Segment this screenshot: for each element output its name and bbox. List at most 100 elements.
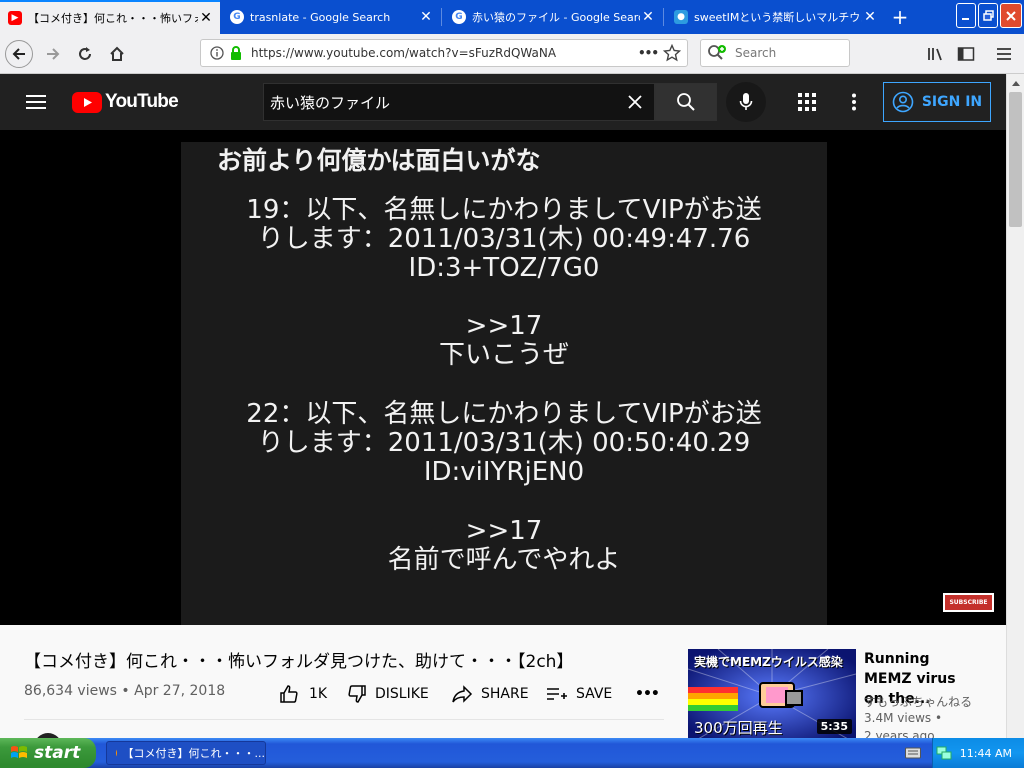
video-info-area: 【コメ付き】何これ・・・怖いフォルダ見つけた、助けて・・・【2ch】 86,63… bbox=[0, 625, 1006, 761]
search-engine-icon bbox=[708, 45, 726, 60]
restore-icon bbox=[982, 10, 994, 21]
library-button[interactable] bbox=[922, 40, 950, 68]
clock[interactable]: 11:44 AM bbox=[960, 747, 1012, 760]
info-icon[interactable] bbox=[209, 45, 225, 61]
tab-title: trasnlate - Google Search bbox=[250, 10, 391, 24]
url-bar[interactable]: https://www.youtube.com/watch?v=sFuzRdQW… bbox=[200, 39, 688, 67]
taskbar-item-label: 【コメ付き】何これ・・・... bbox=[122, 747, 266, 760]
close-tab-icon[interactable]: ✕ bbox=[418, 9, 434, 25]
navigation-toolbar: https://www.youtube.com/watch?v=sFuzRdQW… bbox=[0, 34, 1024, 74]
home-button[interactable] bbox=[103, 40, 131, 68]
tab-youtube-video[interactable]: ▶ 【コメ付き】何これ・・・怖いフォルダ ✕ bbox=[0, 0, 220, 34]
thumbs-down-icon bbox=[348, 685, 366, 703]
microphone-icon bbox=[739, 93, 753, 110]
tab-separator bbox=[663, 8, 664, 26]
close-window-button[interactable] bbox=[1000, 3, 1022, 28]
video-caption-line: ID:viIYRjEN0 bbox=[423, 457, 585, 487]
dislike-button[interactable]: DISLIKE bbox=[347, 683, 429, 705]
thumbnail-caption-bottom: 300万回再生 bbox=[694, 719, 783, 737]
youtube-header: YouTube 赤い猿のファイル SIGN IN bbox=[0, 74, 1006, 130]
reload-icon bbox=[79, 47, 91, 60]
close-tab-icon[interactable]: ✕ bbox=[198, 10, 214, 26]
url-text: https://www.youtube.com/watch?v=sFuzRdQW… bbox=[251, 46, 557, 60]
account-circle-icon bbox=[892, 91, 914, 113]
search-bar[interactable]: Search bbox=[700, 39, 850, 67]
google-favicon-icon: G bbox=[230, 10, 244, 24]
guide-menu-icon[interactable] bbox=[26, 94, 46, 110]
minimize-icon bbox=[962, 17, 969, 20]
scroll-up-arrow-icon[interactable] bbox=[1009, 76, 1022, 90]
tab-title: sweetIMという禁断しいマルチウェ bbox=[694, 11, 862, 24]
sidebar-button[interactable] bbox=[952, 40, 980, 68]
search-input[interactable]: Search bbox=[735, 46, 776, 60]
youtube-search-input[interactable]: 赤い猿のファイル bbox=[263, 83, 655, 121]
page-actions-menu-icon[interactable]: ••• bbox=[635, 46, 661, 60]
youtube-play-logo-icon bbox=[72, 91, 102, 113]
dislike-label: DISLIKE bbox=[375, 686, 429, 702]
sign-in-label: SIGN IN bbox=[921, 94, 983, 110]
tab-title: 赤い猿のファイル - Google Search bbox=[472, 11, 640, 24]
settings-more-icon[interactable] bbox=[851, 93, 857, 111]
like-button[interactable]: 1K bbox=[279, 683, 327, 705]
tab-google-translate-search[interactable]: G trasnlate - Google Search ✕ bbox=[222, 0, 440, 34]
close-tab-icon[interactable]: ✕ bbox=[640, 9, 656, 25]
save-label: SAVE bbox=[576, 686, 613, 702]
save-button[interactable]: SAVE bbox=[546, 683, 612, 705]
tab-separator bbox=[441, 8, 442, 26]
new-tab-button[interactable]: + bbox=[886, 0, 914, 34]
search-query-text: 赤い猿のファイル bbox=[270, 93, 391, 112]
video-caption-line: ID:3+TOZ/7G0 bbox=[408, 253, 600, 283]
tab-strip: ▶ 【コメ付き】何これ・・・怖いフォルダ ✕ G trasnlate - Goo… bbox=[0, 0, 1024, 34]
youtube-wordmark: YouTube bbox=[105, 91, 179, 112]
share-arrow-icon bbox=[452, 685, 473, 703]
clear-search-icon[interactable] bbox=[628, 95, 642, 109]
video-player[interactable]: お前より何億かは面白いがな 19：以下、名無しにかわりましてVIPがお送 りしま… bbox=[0, 130, 1006, 625]
video-metadata: 86,634 views • Apr 27, 2018 bbox=[24, 683, 225, 699]
close-tab-icon[interactable]: ✕ bbox=[862, 9, 878, 25]
reload-button[interactable] bbox=[71, 40, 99, 68]
back-button[interactable] bbox=[5, 40, 33, 68]
bookmark-star-icon[interactable] bbox=[663, 44, 681, 62]
lock-icon bbox=[231, 46, 241, 60]
more-actions-button[interactable]: ••• bbox=[635, 683, 660, 705]
home-icon bbox=[110, 46, 124, 61]
menu-button[interactable] bbox=[990, 40, 1018, 68]
library-icon bbox=[928, 48, 942, 61]
voice-search-button[interactable] bbox=[726, 82, 766, 122]
page-scrollbar[interactable] bbox=[1006, 74, 1024, 738]
video-caption-line: 下いこうぜ bbox=[438, 340, 569, 370]
back-arrow-icon bbox=[12, 48, 25, 60]
taskbar-item-firefox[interactable]: 【コメ付き】何これ・・・... bbox=[106, 741, 266, 765]
subscribe-badge-label: SUBSCRIBE bbox=[945, 595, 992, 610]
tab-title: 【コメ付き】何これ・・・怖いフォルダ bbox=[28, 12, 198, 25]
forward-arrow-icon bbox=[47, 48, 60, 60]
network-tray-icon[interactable] bbox=[936, 745, 952, 761]
youtube-favicon-icon: ▶ bbox=[8, 11, 22, 25]
share-button[interactable]: SHARE bbox=[451, 683, 529, 705]
hamburger-menu-icon bbox=[997, 48, 1011, 60]
minimize-window-button[interactable] bbox=[956, 3, 976, 28]
youtube-search-button[interactable] bbox=[655, 83, 717, 121]
sidebar-icon bbox=[957, 47, 975, 61]
video-caption-line: >>17 bbox=[465, 311, 543, 341]
apps-grid-icon[interactable] bbox=[798, 93, 816, 111]
related-video-thumbnail[interactable]: 実機でMEMZウイルス感染 300万回再生 5:35 bbox=[688, 649, 856, 738]
windows-logo-icon bbox=[11, 746, 27, 758]
system-tray: 11:44 AM bbox=[932, 738, 1024, 768]
video-title: 【コメ付き】何これ・・・怖いフォルダ見つけた、助けて・・・【2ch】 bbox=[24, 652, 574, 672]
scrollbar-thumb[interactable] bbox=[1009, 92, 1022, 227]
tab-sweetim[interactable]: ● sweetIMという禁断しいマルチウェ ✕ bbox=[666, 0, 884, 34]
divider bbox=[24, 719, 664, 720]
restore-window-button[interactable] bbox=[978, 3, 998, 28]
forward-button[interactable] bbox=[39, 40, 67, 68]
youtube-logo[interactable]: YouTube bbox=[72, 91, 179, 113]
tab-google-search-akai-saru[interactable]: G 赤い猿のファイル - Google Search ✕ bbox=[444, 0, 662, 34]
subscribe-watermark[interactable]: SUBSCRIBE bbox=[943, 593, 994, 612]
video-duration: 5:35 bbox=[816, 719, 852, 734]
sign-in-button[interactable]: SIGN IN bbox=[883, 82, 991, 122]
start-button[interactable]: start bbox=[0, 738, 96, 768]
video-frame: お前より何億かは面白いがな 19：以下、名無しにかわりましてVIPがお送 りしま… bbox=[181, 142, 827, 625]
like-count: 1K bbox=[309, 686, 328, 702]
keyboard-tray-icon[interactable] bbox=[905, 746, 921, 760]
related-channel-name[interactable]: すもっぷちゃんねる bbox=[864, 693, 972, 710]
